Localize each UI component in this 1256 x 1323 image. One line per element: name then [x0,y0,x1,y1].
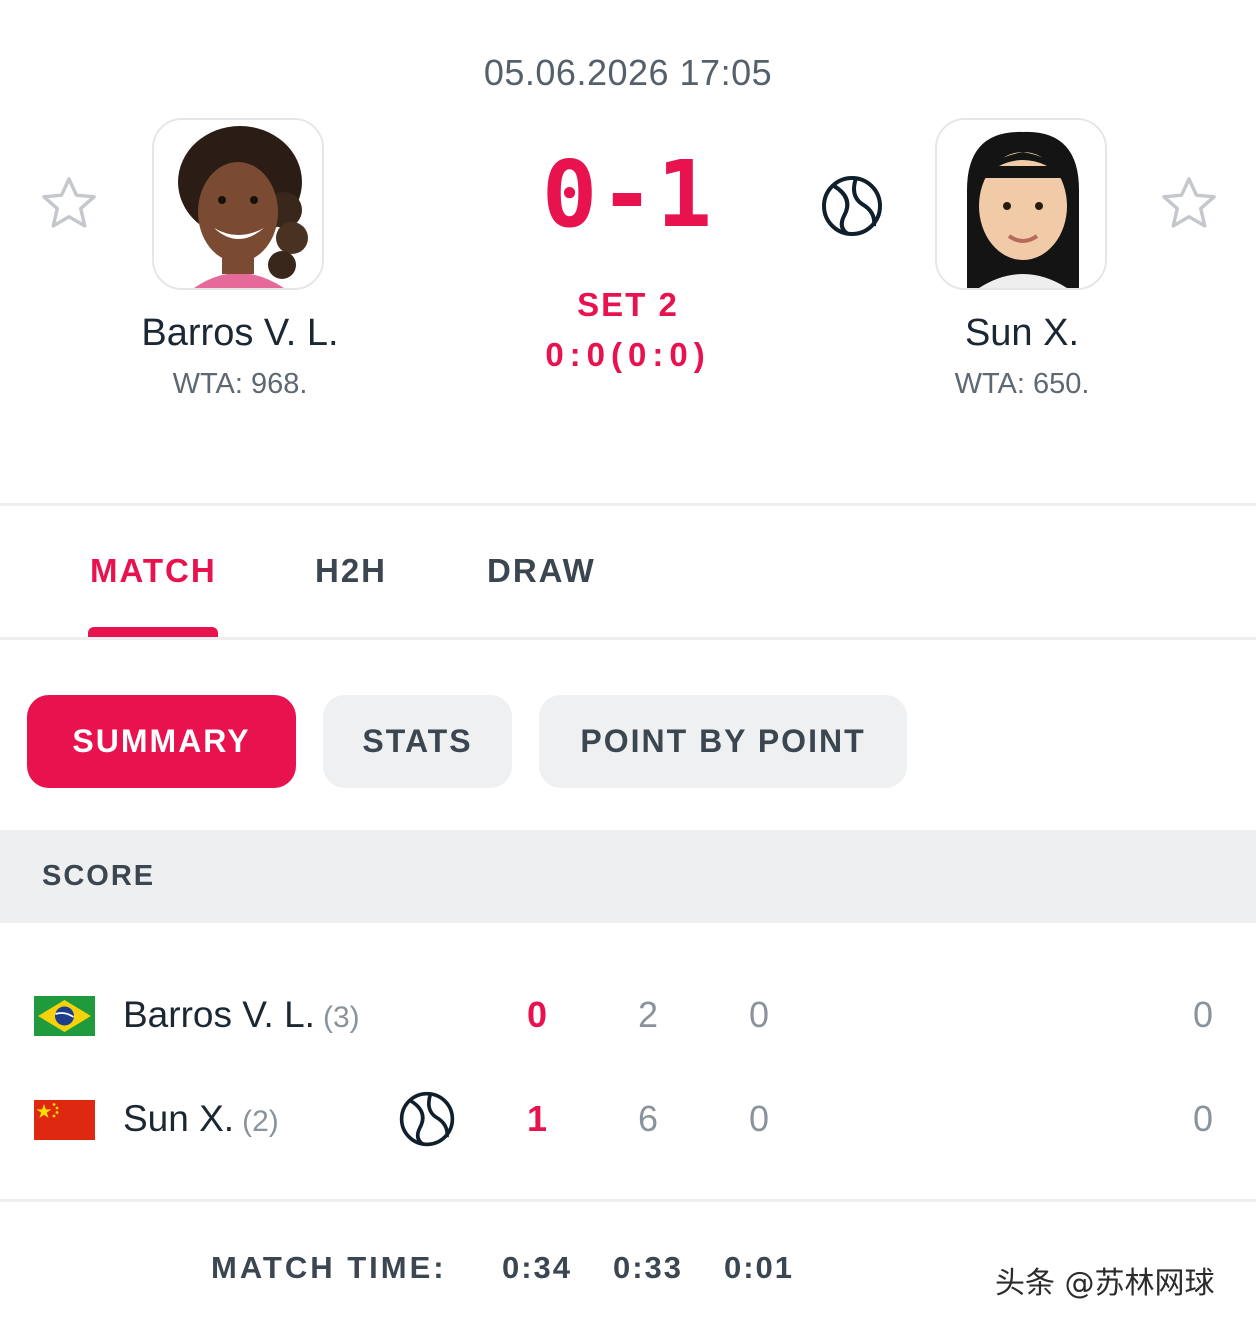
score-row-player-name[interactable]: Barros V. L. (3) [123,994,360,1036]
china-flag [34,1100,95,1140]
score-row-home: Barros V. L. (3) 0 2 0 0 [0,986,1256,1046]
current-set-score: 0:0(0:0) [545,336,711,373]
player-avatar-away[interactable] [935,118,1107,290]
match-time-set2: 0:01 [723,1250,795,1285]
score-section-title: SCORE [42,860,156,892]
divider [0,1199,1256,1202]
divider [0,503,1256,506]
score-row-away: Sun X. (2) 1 6 0 0 [0,1090,1256,1150]
player-seed: (3) [322,1001,360,1034]
tab-h2h[interactable]: H2H [315,552,387,590]
subtab-point-by-point[interactable]: POINT BY POINT [539,695,907,788]
serving-tennis-ball-icon [820,174,884,238]
current-game-points: 0 [1192,994,1214,1035]
favorite-star-icon-away[interactable] [1155,170,1223,238]
set2-games: 0 [748,994,770,1035]
watermark-text: 头条 @苏林网球 [995,1266,1215,1301]
set1-games: 6 [637,1098,659,1139]
player-name-home[interactable]: Barros V. L. [90,312,390,355]
player-name-away[interactable]: Sun X. [872,312,1172,355]
subtab-summary[interactable]: SUMMARY [27,695,296,788]
player-seed: (2) [242,1105,279,1138]
brazil-flag [34,996,95,1036]
divider [0,637,1256,640]
match-detail-page: 05.06.2026 17:05 0-1 SET 2 0:0(0:0) Barr… [0,0,1256,1323]
match-time-label: MATCH TIME: [211,1250,447,1285]
current-set-label: SET 2 [577,286,679,323]
sets-won: 0 [526,994,548,1035]
match-datetime: 05.06.2026 17:05 [483,52,773,93]
player-ranking-home: WTA: 968. [172,368,308,400]
tab-draw[interactable]: DRAW [487,552,596,590]
score-section-header: SCORE [0,830,1256,923]
subtab-stats[interactable]: STATS [323,695,512,788]
set2-games: 0 [748,1098,770,1139]
set1-games: 2 [637,994,659,1035]
match-score-sets: 0-1 [541,141,715,248]
match-time-total: 0:34 [501,1250,573,1285]
player-avatar-home[interactable] [152,118,324,290]
favorite-star-icon-home[interactable] [35,170,103,238]
match-time-set1: 0:33 [612,1250,684,1285]
current-game-points: 0 [1192,1098,1214,1139]
score-row-player-name[interactable]: Sun X. (2) [123,1098,279,1140]
player-name: Barros V. L. [123,994,315,1035]
player-name: Sun X. [123,1098,235,1139]
tab-match[interactable]: MATCH [90,552,217,590]
sets-won: 1 [526,1098,548,1139]
serving-tennis-ball-icon [398,1090,456,1148]
player-ranking-away: WTA: 650. [954,368,1090,400]
